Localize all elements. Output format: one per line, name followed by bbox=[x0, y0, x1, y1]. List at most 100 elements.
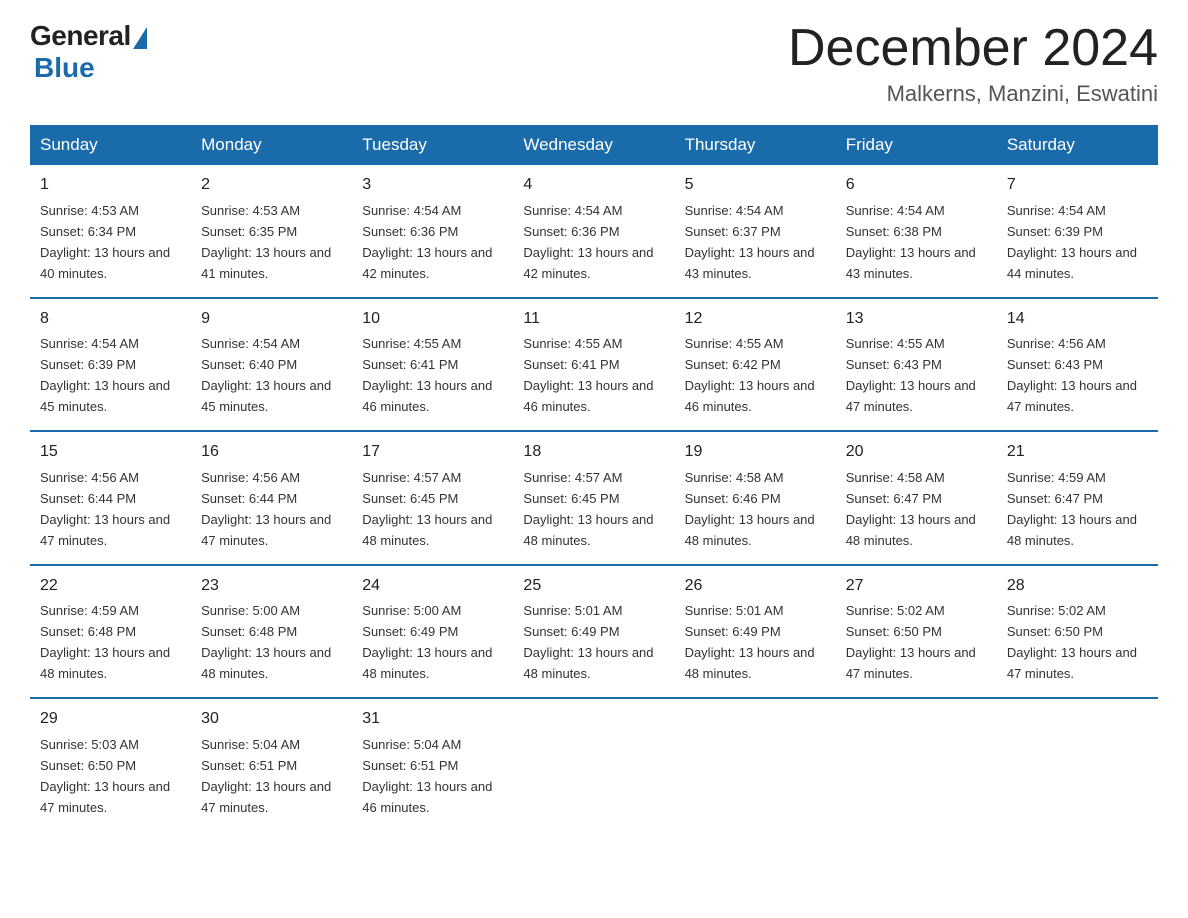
calendar-week-2: 8 Sunrise: 4:54 AMSunset: 6:39 PMDayligh… bbox=[30, 298, 1158, 431]
day-number: 19 bbox=[685, 440, 826, 465]
day-info: Sunrise: 4:58 AMSunset: 6:47 PMDaylight:… bbox=[846, 470, 976, 548]
day-info: Sunrise: 4:56 AMSunset: 6:43 PMDaylight:… bbox=[1007, 336, 1137, 414]
day-info: Sunrise: 5:04 AMSunset: 6:51 PMDaylight:… bbox=[362, 737, 492, 815]
day-number: 31 bbox=[362, 707, 503, 732]
day-info: Sunrise: 4:58 AMSunset: 6:46 PMDaylight:… bbox=[685, 470, 815, 548]
calendar-week-1: 1 Sunrise: 4:53 AMSunset: 6:34 PMDayligh… bbox=[30, 165, 1158, 297]
day-number: 4 bbox=[523, 173, 664, 198]
day-number: 21 bbox=[1007, 440, 1148, 465]
calendar-cell: 24 Sunrise: 5:00 AMSunset: 6:49 PMDaylig… bbox=[352, 565, 513, 698]
day-number: 26 bbox=[685, 574, 826, 599]
day-info: Sunrise: 4:54 AMSunset: 6:38 PMDaylight:… bbox=[846, 203, 976, 281]
calendar-cell bbox=[675, 698, 836, 830]
column-header-friday: Friday bbox=[836, 125, 997, 165]
calendar-cell: 1 Sunrise: 4:53 AMSunset: 6:34 PMDayligh… bbox=[30, 165, 191, 297]
calendar-cell: 11 Sunrise: 4:55 AMSunset: 6:41 PMDaylig… bbox=[513, 298, 674, 431]
day-info: Sunrise: 4:54 AMSunset: 6:39 PMDaylight:… bbox=[1007, 203, 1137, 281]
day-info: Sunrise: 5:02 AMSunset: 6:50 PMDaylight:… bbox=[1007, 603, 1137, 681]
calendar-table: SundayMondayTuesdayWednesdayThursdayFrid… bbox=[30, 125, 1158, 830]
calendar-cell: 31 Sunrise: 5:04 AMSunset: 6:51 PMDaylig… bbox=[352, 698, 513, 830]
column-header-monday: Monday bbox=[191, 125, 352, 165]
calendar-cell: 6 Sunrise: 4:54 AMSunset: 6:38 PMDayligh… bbox=[836, 165, 997, 297]
calendar-cell: 12 Sunrise: 4:55 AMSunset: 6:42 PMDaylig… bbox=[675, 298, 836, 431]
column-header-tuesday: Tuesday bbox=[352, 125, 513, 165]
day-info: Sunrise: 4:56 AMSunset: 6:44 PMDaylight:… bbox=[201, 470, 331, 548]
calendar-cell: 8 Sunrise: 4:54 AMSunset: 6:39 PMDayligh… bbox=[30, 298, 191, 431]
day-info: Sunrise: 5:02 AMSunset: 6:50 PMDaylight:… bbox=[846, 603, 976, 681]
day-number: 16 bbox=[201, 440, 342, 465]
logo-blue-text: Blue bbox=[34, 52, 95, 84]
calendar-cell: 13 Sunrise: 4:55 AMSunset: 6:43 PMDaylig… bbox=[836, 298, 997, 431]
calendar-cell: 5 Sunrise: 4:54 AMSunset: 6:37 PMDayligh… bbox=[675, 165, 836, 297]
calendar-week-3: 15 Sunrise: 4:56 AMSunset: 6:44 PMDaylig… bbox=[30, 431, 1158, 564]
calendar-week-4: 22 Sunrise: 4:59 AMSunset: 6:48 PMDaylig… bbox=[30, 565, 1158, 698]
day-info: Sunrise: 5:01 AMSunset: 6:49 PMDaylight:… bbox=[523, 603, 653, 681]
day-info: Sunrise: 4:53 AMSunset: 6:34 PMDaylight:… bbox=[40, 203, 170, 281]
day-info: Sunrise: 5:00 AMSunset: 6:48 PMDaylight:… bbox=[201, 603, 331, 681]
column-header-saturday: Saturday bbox=[997, 125, 1158, 165]
day-number: 14 bbox=[1007, 307, 1148, 332]
day-info: Sunrise: 4:54 AMSunset: 6:36 PMDaylight:… bbox=[523, 203, 653, 281]
day-info: Sunrise: 4:54 AMSunset: 6:36 PMDaylight:… bbox=[362, 203, 492, 281]
day-number: 5 bbox=[685, 173, 826, 198]
calendar-cell bbox=[836, 698, 997, 830]
column-header-wednesday: Wednesday bbox=[513, 125, 674, 165]
day-info: Sunrise: 4:57 AMSunset: 6:45 PMDaylight:… bbox=[523, 470, 653, 548]
day-number: 2 bbox=[201, 173, 342, 198]
calendar-cell: 4 Sunrise: 4:54 AMSunset: 6:36 PMDayligh… bbox=[513, 165, 674, 297]
calendar-cell: 18 Sunrise: 4:57 AMSunset: 6:45 PMDaylig… bbox=[513, 431, 674, 564]
calendar-cell: 21 Sunrise: 4:59 AMSunset: 6:47 PMDaylig… bbox=[997, 431, 1158, 564]
day-info: Sunrise: 4:59 AMSunset: 6:48 PMDaylight:… bbox=[40, 603, 170, 681]
day-info: Sunrise: 4:54 AMSunset: 6:39 PMDaylight:… bbox=[40, 336, 170, 414]
day-info: Sunrise: 4:56 AMSunset: 6:44 PMDaylight:… bbox=[40, 470, 170, 548]
calendar-week-5: 29 Sunrise: 5:03 AMSunset: 6:50 PMDaylig… bbox=[30, 698, 1158, 830]
calendar-cell: 27 Sunrise: 5:02 AMSunset: 6:50 PMDaylig… bbox=[836, 565, 997, 698]
month-title: December 2024 bbox=[788, 20, 1158, 77]
day-number: 22 bbox=[40, 574, 181, 599]
day-info: Sunrise: 4:55 AMSunset: 6:41 PMDaylight:… bbox=[362, 336, 492, 414]
calendar-header-row: SundayMondayTuesdayWednesdayThursdayFrid… bbox=[30, 125, 1158, 165]
location-title: Malkerns, Manzini, Eswatini bbox=[788, 81, 1158, 107]
day-number: 30 bbox=[201, 707, 342, 732]
calendar-cell: 7 Sunrise: 4:54 AMSunset: 6:39 PMDayligh… bbox=[997, 165, 1158, 297]
calendar-cell: 15 Sunrise: 4:56 AMSunset: 6:44 PMDaylig… bbox=[30, 431, 191, 564]
column-header-thursday: Thursday bbox=[675, 125, 836, 165]
day-number: 9 bbox=[201, 307, 342, 332]
day-number: 25 bbox=[523, 574, 664, 599]
day-info: Sunrise: 4:55 AMSunset: 6:43 PMDaylight:… bbox=[846, 336, 976, 414]
calendar-cell: 26 Sunrise: 5:01 AMSunset: 6:49 PMDaylig… bbox=[675, 565, 836, 698]
calendar-cell: 22 Sunrise: 4:59 AMSunset: 6:48 PMDaylig… bbox=[30, 565, 191, 698]
logo: General Blue bbox=[30, 20, 147, 84]
day-number: 17 bbox=[362, 440, 503, 465]
day-number: 18 bbox=[523, 440, 664, 465]
calendar-cell: 17 Sunrise: 4:57 AMSunset: 6:45 PMDaylig… bbox=[352, 431, 513, 564]
calendar-cell: 20 Sunrise: 4:58 AMSunset: 6:47 PMDaylig… bbox=[836, 431, 997, 564]
calendar-cell bbox=[997, 698, 1158, 830]
column-header-sunday: Sunday bbox=[30, 125, 191, 165]
logo-triangle-icon bbox=[133, 27, 147, 49]
day-number: 13 bbox=[846, 307, 987, 332]
day-number: 23 bbox=[201, 574, 342, 599]
day-number: 10 bbox=[362, 307, 503, 332]
calendar-cell: 30 Sunrise: 5:04 AMSunset: 6:51 PMDaylig… bbox=[191, 698, 352, 830]
day-info: Sunrise: 5:04 AMSunset: 6:51 PMDaylight:… bbox=[201, 737, 331, 815]
title-block: December 2024 Malkerns, Manzini, Eswatin… bbox=[788, 20, 1158, 107]
day-number: 3 bbox=[362, 173, 503, 198]
day-info: Sunrise: 4:54 AMSunset: 6:40 PMDaylight:… bbox=[201, 336, 331, 414]
calendar-cell: 16 Sunrise: 4:56 AMSunset: 6:44 PMDaylig… bbox=[191, 431, 352, 564]
day-info: Sunrise: 5:03 AMSunset: 6:50 PMDaylight:… bbox=[40, 737, 170, 815]
day-number: 27 bbox=[846, 574, 987, 599]
day-number: 7 bbox=[1007, 173, 1148, 198]
calendar-cell: 14 Sunrise: 4:56 AMSunset: 6:43 PMDaylig… bbox=[997, 298, 1158, 431]
day-info: Sunrise: 4:54 AMSunset: 6:37 PMDaylight:… bbox=[685, 203, 815, 281]
day-number: 1 bbox=[40, 173, 181, 198]
day-number: 11 bbox=[523, 307, 664, 332]
day-info: Sunrise: 5:00 AMSunset: 6:49 PMDaylight:… bbox=[362, 603, 492, 681]
day-number: 6 bbox=[846, 173, 987, 198]
day-number: 8 bbox=[40, 307, 181, 332]
day-info: Sunrise: 4:57 AMSunset: 6:45 PMDaylight:… bbox=[362, 470, 492, 548]
day-number: 15 bbox=[40, 440, 181, 465]
calendar-cell: 29 Sunrise: 5:03 AMSunset: 6:50 PMDaylig… bbox=[30, 698, 191, 830]
day-info: Sunrise: 5:01 AMSunset: 6:49 PMDaylight:… bbox=[685, 603, 815, 681]
calendar-cell: 19 Sunrise: 4:58 AMSunset: 6:46 PMDaylig… bbox=[675, 431, 836, 564]
